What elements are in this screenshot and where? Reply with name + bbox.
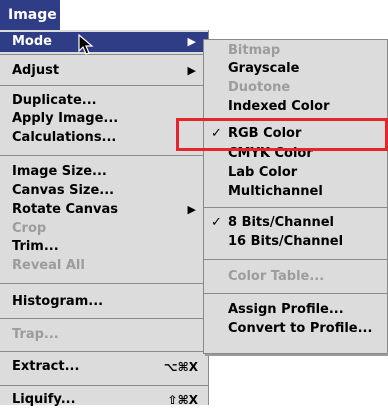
menu-item-mode[interactable]: Mode ▶ (0, 32, 208, 52)
submenu-item-lab-color[interactable]: Lab Color (204, 163, 387, 183)
submenu-item-16-bits[interactable]: 16 Bits/Channel (204, 232, 387, 252)
menu-item-image-size[interactable]: Image Size... (0, 162, 208, 182)
submenu-item-duotone[interactable]: Duotone (204, 78, 387, 98)
submenu-item-indexed-color[interactable]: Indexed Color (204, 97, 387, 117)
arrow-cursor-icon (78, 34, 94, 55)
menu-separator (0, 85, 208, 86)
submenu-arrow-icon: ▶ (187, 203, 196, 216)
menu-item-calculations[interactable]: Calculations... (0, 128, 208, 148)
menu-item-label: 8 Bits/Channel (228, 215, 334, 230)
image-menu: Mode ▶ Adjust ▶ Duplicate... Apply Image… (0, 30, 209, 407)
menu-separator (0, 155, 208, 156)
menu-separator (204, 293, 387, 294)
menu-item-extract[interactable]: Extract... ⌥⌘X (0, 357, 208, 377)
menu-item-label: Adjust (12, 63, 60, 78)
menu-item-label: Extract... (12, 359, 80, 374)
shortcut-label: ⌥⌘X (163, 360, 198, 374)
submenu-item-convert-profile[interactable]: Convert to Profile... (204, 319, 387, 339)
submenu-item-cmyk-color[interactable]: CMYK Color (204, 144, 387, 164)
menu-item-duplicate[interactable]: Duplicate... (0, 91, 208, 111)
submenu-item-color-table[interactable]: Color Table... (204, 267, 387, 287)
submenu-item-rgb-color[interactable]: ✓ RGB Color (204, 124, 387, 144)
submenu-item-assign-profile[interactable]: Assign Profile... (204, 300, 387, 320)
menu-item-label: Rotate Canvas (12, 202, 119, 217)
menu-separator (0, 318, 208, 319)
submenu-item-8-bits[interactable]: ✓ 8 Bits/Channel (204, 213, 387, 233)
checkmark-icon: ✓ (211, 215, 222, 230)
menu-item-crop[interactable]: Crop (0, 219, 208, 239)
menu-separator (204, 259, 387, 260)
menu-separator (0, 351, 208, 352)
mode-submenu: Bitmap Grayscale Duotone Indexed Color ✓… (203, 39, 388, 354)
menu-separator (0, 385, 208, 386)
image-menu-title[interactable]: Image (0, 0, 60, 30)
menu-separator (0, 54, 208, 55)
menu-item-canvas-size[interactable]: Canvas Size... (0, 181, 208, 201)
submenu-item-bitmap[interactable]: Bitmap (204, 41, 387, 61)
menu-item-label: RGB Color (228, 126, 302, 141)
submenu-item-grayscale[interactable]: Grayscale (204, 59, 387, 79)
menu-item-adjust[interactable]: Adjust ▶ (0, 61, 208, 81)
menu-item-rotate-canvas[interactable]: Rotate Canvas ▶ (0, 200, 208, 220)
menu-item-reveal-all[interactable]: Reveal All (0, 256, 208, 276)
menu-separator (0, 283, 208, 284)
submenu-arrow-icon: ▶ (187, 64, 196, 77)
submenu-item-multichannel[interactable]: Multichannel (204, 182, 387, 202)
menu-item-trim[interactable]: Trim... (0, 237, 208, 257)
shortcut-label: ⇧⌘X (167, 393, 198, 407)
menu-item-liquify[interactable]: Liquify... ⇧⌘X (0, 390, 208, 410)
menu-item-label: Mode (12, 34, 52, 49)
menu-separator (204, 207, 387, 208)
menu-item-apply-image[interactable]: Apply Image... (0, 109, 208, 129)
menu-item-histogram[interactable]: Histogram... (0, 292, 208, 312)
submenu-arrow-icon: ▶ (187, 35, 196, 48)
menu-item-trap[interactable]: Trap... (0, 325, 208, 345)
checkmark-icon: ✓ (211, 126, 222, 141)
